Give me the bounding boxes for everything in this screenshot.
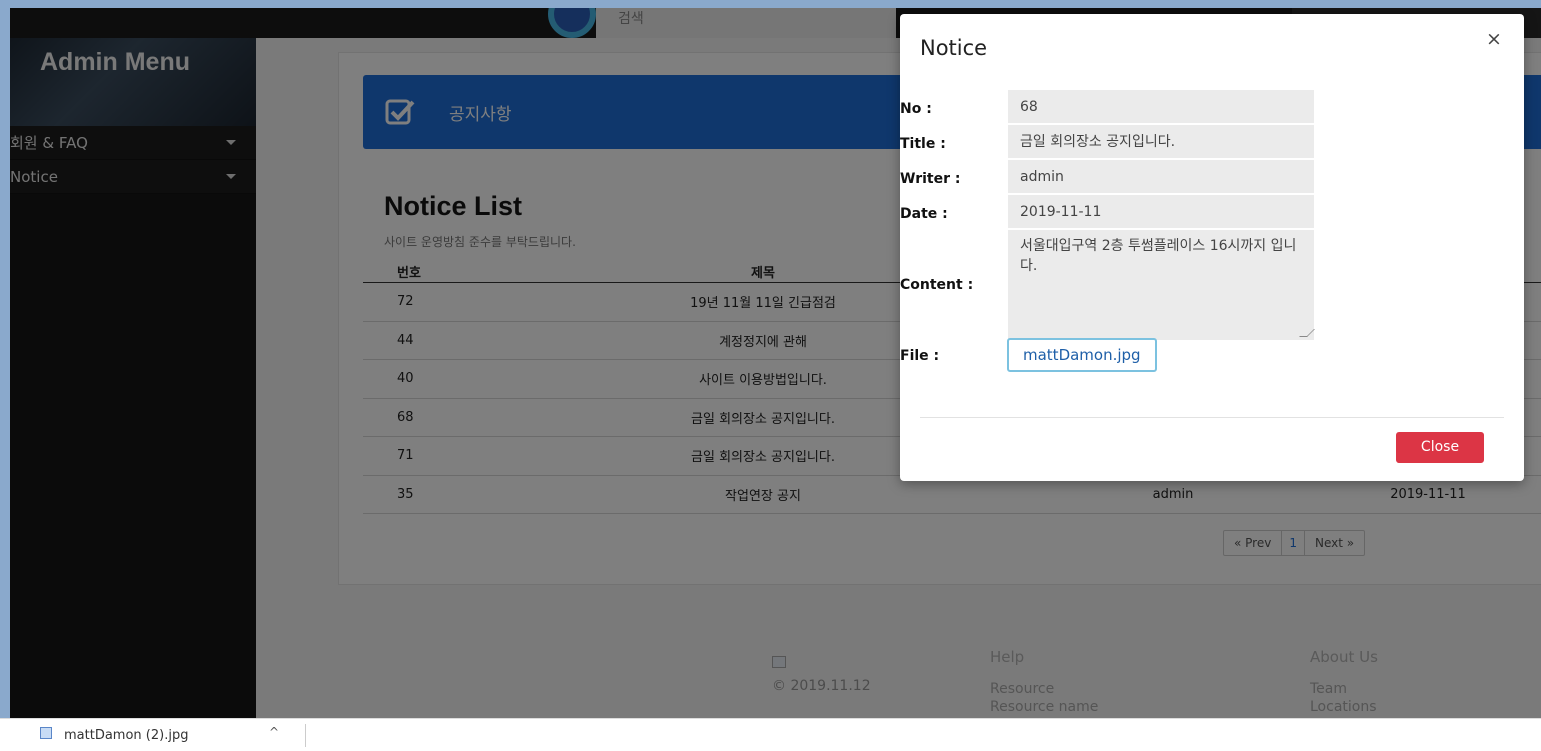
content-label: Content : [900,277,974,293]
modal-title: Notice [920,36,988,60]
close-icon[interactable]: × [1486,28,1502,50]
browser-viewport: 검색 Admin Menu 회원 & FAQ Notice 공지사항 Notic… [10,8,1541,718]
image-file-icon [40,727,52,739]
download-file-name[interactable]: mattDamon (2).jpg [64,728,188,743]
no-field[interactable]: 68 [1008,90,1314,123]
download-bar: mattDamon (2).jpg ^ [0,718,1541,751]
date-label: Date : [900,206,948,222]
content-textarea[interactable]: 서울대입구역 2층 투썸플레이스 16시까지 입니다. [1008,230,1315,340]
writer-label: Writer : [900,171,961,187]
title-label: Title : [900,136,946,152]
chevron-up-icon[interactable]: ^ [269,725,279,739]
close-button[interactable]: Close [1396,432,1484,463]
download-separator [305,724,306,747]
writer-field[interactable]: admin [1008,160,1314,193]
resize-handle-icon[interactable] [1299,329,1315,337]
notice-modal: Notice × No : 68 Title : 금일 회의장소 공지입니다. … [900,14,1524,481]
modal-divider [920,417,1504,418]
date-field[interactable]: 2019-11-11 [1008,195,1314,228]
content-text: 서울대입구역 2층 투썸플레이스 16시까지 입니다. [1020,238,1297,274]
file-label: File : [900,348,940,364]
title-field[interactable]: 금일 회의장소 공지입니다. [1008,125,1314,158]
no-label: No : [900,101,932,117]
file-download-link[interactable]: mattDamon.jpg [1007,338,1157,372]
